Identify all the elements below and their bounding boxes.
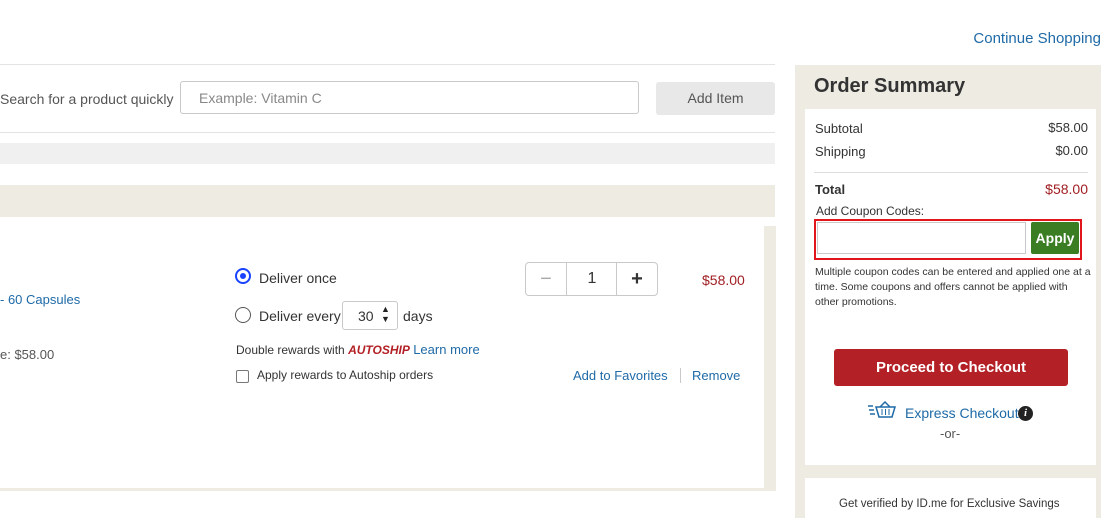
quantity-decrease-button[interactable]: − <box>526 263 566 295</box>
subtotal-value: $58.00 <box>1048 120 1088 135</box>
divider <box>0 64 775 65</box>
coupon-label: Add Coupon Codes: <box>816 204 925 218</box>
remove-link[interactable]: Remove <box>692 368 740 383</box>
deliver-once-label: Deliver once <box>259 270 337 286</box>
double-rewards-text: Double rewards with AUTOSHIP Learn more <box>236 342 480 357</box>
cart-header-bar <box>0 143 775 164</box>
total-label: Total <box>815 182 846 197</box>
coupon-input[interactable] <box>817 222 1026 254</box>
autoship-label: AUTOSHIP <box>348 343 410 357</box>
deliver-every-radio[interactable] <box>235 307 251 323</box>
continue-shopping-link[interactable]: Continue Shopping <box>973 30 1101 47</box>
or-separator: -or- <box>940 426 961 441</box>
quantity-value[interactable]: 1 <box>567 263 617 295</box>
divider <box>0 132 775 133</box>
learn-more-link[interactable]: Learn more <box>413 342 479 357</box>
deliver-every-label: Deliver every <box>259 308 341 324</box>
divider <box>680 368 681 383</box>
proceed-to-checkout-button[interactable]: Proceed to Checkout <box>834 349 1068 386</box>
express-checkout-link[interactable]: Express Checkout <box>905 405 1019 421</box>
double-rewards-label: Double rewards with <box>236 343 345 357</box>
quantity-increase-button[interactable]: + <box>617 263 657 295</box>
up-down-arrows-icon[interactable]: ▲ ▼ <box>381 304 390 324</box>
shipping-value: $0.00 <box>1055 143 1088 158</box>
add-item-button[interactable]: Add Item <box>656 82 775 115</box>
add-to-favorites-link[interactable]: Add to Favorites <box>573 368 668 383</box>
idme-text[interactable]: Get verified by ID.me for Exclusive Savi… <box>839 498 1060 510</box>
apply-coupon-button[interactable]: Apply <box>1031 222 1079 254</box>
order-summary-title: Order Summary <box>814 75 966 97</box>
info-icon[interactable]: i <box>1018 406 1033 421</box>
delivery-frequency-value: 30 <box>358 308 374 324</box>
total-value: $58.00 <box>1045 181 1088 197</box>
days-label: days <box>403 308 433 324</box>
deliver-once-radio[interactable] <box>235 268 251 284</box>
quick-search-label: Search for a product quickly <box>0 91 174 107</box>
basket-icon <box>868 401 896 418</box>
subtotal-label: Subtotal <box>815 121 863 136</box>
apply-rewards-label: Apply rewards to Autoship orders <box>257 368 434 382</box>
apply-rewards-checkbox[interactable] <box>236 370 249 383</box>
quick-search-input[interactable] <box>180 81 639 114</box>
product-name-link[interactable]: - 60 Capsules <box>0 292 80 307</box>
cart-section-bar <box>0 185 775 217</box>
shipping-label: Shipping <box>815 144 866 159</box>
line-item-price: $58.00 <box>702 272 745 288</box>
product-unit-price: e: $58.00 <box>0 347 55 362</box>
coupon-note: Multiple coupon codes can be entered and… <box>815 266 1091 308</box>
divider <box>814 172 1088 173</box>
